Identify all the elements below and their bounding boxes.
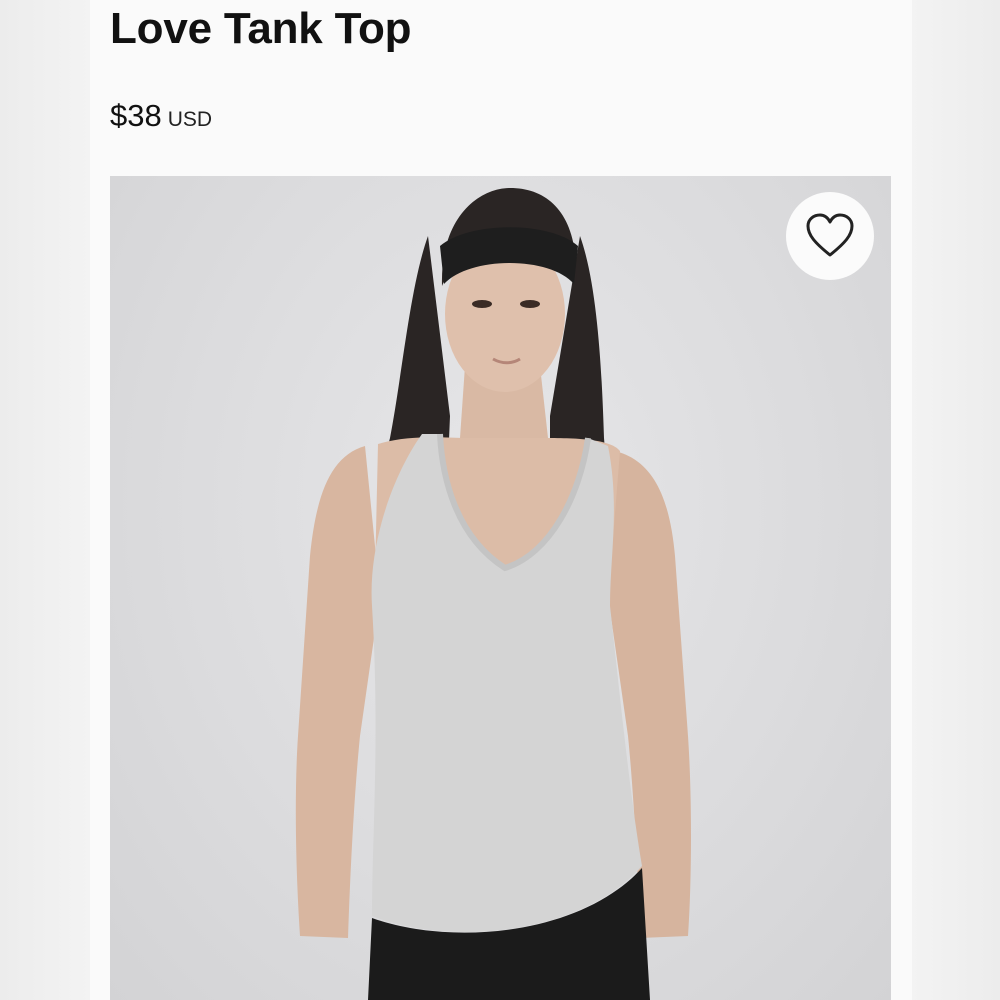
product-image[interactable] (110, 176, 891, 1000)
price-amount: $38 (110, 98, 162, 133)
price-currency: USD (167, 108, 213, 131)
page-margin-right (912, 0, 1000, 1000)
product-card: Love Tank Top $38 USD (90, 0, 912, 1000)
heart-outline-icon (806, 213, 854, 257)
wishlist-button[interactable] (786, 192, 874, 280)
product-title: Love Tank Top (110, 4, 412, 53)
product-price: $38 USD (110, 98, 212, 134)
page-margin-left (0, 0, 90, 1000)
model-illustration (295, 188, 691, 1000)
